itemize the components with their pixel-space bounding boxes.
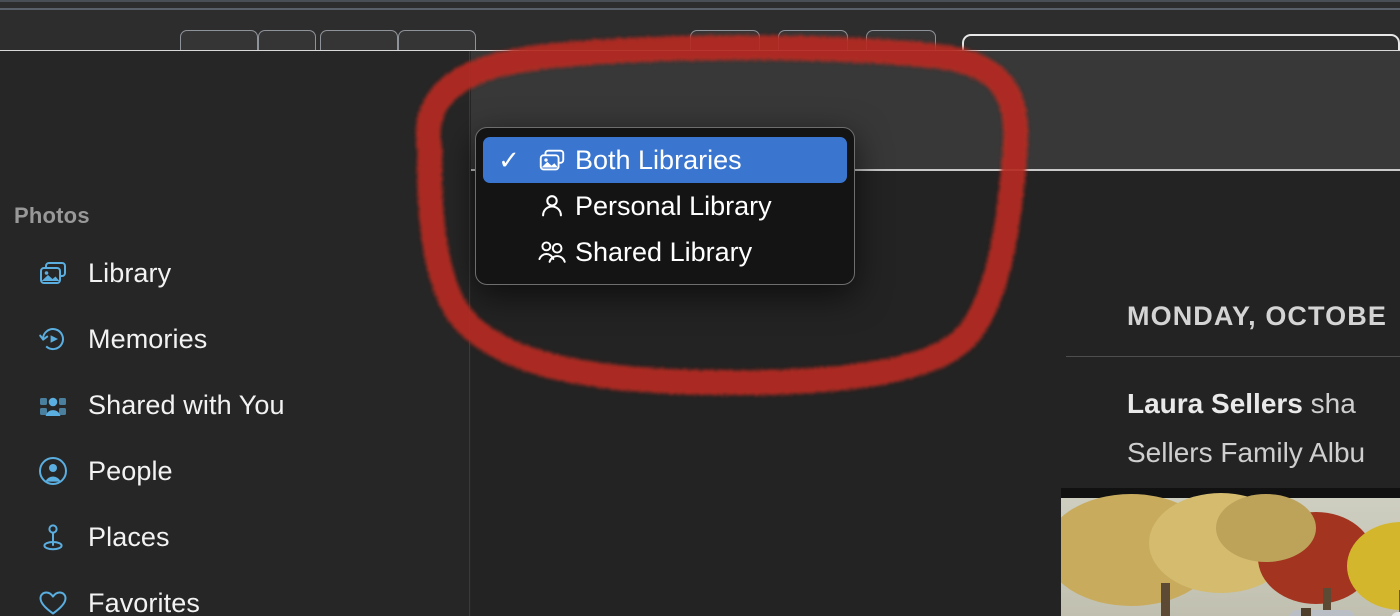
photo-stack-icon (529, 145, 575, 175)
bg-toolbar-button-view-right[interactable] (398, 30, 476, 52)
shared-with-you-icon (36, 388, 70, 422)
bg-toolbar-button-forward[interactable] (258, 30, 316, 52)
sidebar-item-label: Favorites (88, 587, 200, 616)
sidebar-item-library[interactable]: Library (36, 249, 456, 297)
sidebar-list: Library Memories Shared with You People … (36, 249, 456, 616)
heart-icon (36, 586, 70, 616)
sidebar-item-label: Library (88, 257, 172, 288)
share-action-text: sha (1302, 388, 1356, 419)
menu-item-label: Both Libraries (575, 144, 742, 175)
sidebar-item-favorites[interactable]: Favorites (36, 579, 456, 616)
sidebar-item-label: People (88, 455, 173, 486)
sidebar-item-label: Places (88, 521, 170, 552)
sidebar-item-people[interactable]: People (36, 447, 456, 495)
bg-toolbar-button-zoom-out[interactable] (690, 30, 760, 52)
bg-toolbar-button-zoom-in[interactable] (778, 30, 848, 52)
sidebar-item-label: Shared with You (88, 389, 285, 420)
person-circle-icon (36, 454, 70, 488)
sidebar-section-title: Photos (14, 203, 90, 228)
menu-item-label: Personal Library (575, 190, 772, 221)
checkmark-icon: ✓ (498, 144, 520, 175)
photo-thumbnail[interactable] (1061, 488, 1400, 616)
sidebar-item-shared-with-you[interactable]: Shared with You (36, 381, 456, 429)
share-sender-name: Laura Sellers (1127, 388, 1303, 419)
sidebar-item-memories[interactable]: Memories (36, 315, 456, 363)
share-album-name: Sellers Family Albu (1127, 437, 1366, 468)
person-icon (529, 191, 575, 221)
menu-item-shared-library[interactable]: Shared Library (483, 229, 847, 275)
day-heading-rule (1066, 356, 1400, 357)
sidebar: Photos Library Memories Shared with You … (0, 51, 470, 616)
menu-item-label: Shared Library (575, 236, 753, 267)
share-notice-line-1: Laura Sellers sha (1127, 388, 1356, 420)
menu-item-personal-library[interactable]: Personal Library (483, 183, 847, 229)
two-people-icon (529, 237, 575, 267)
sidebar-item-label: Memories (88, 323, 208, 354)
bg-toolbar-button-back[interactable] (180, 30, 258, 52)
background-window-top-edge (0, 8, 1400, 10)
background-window-toolbar (0, 0, 1400, 56)
sidebar-item-places[interactable]: Places (36, 513, 456, 561)
library-filter-menu[interactable]: ✓ Both Libraries Personal Library Shared… (475, 127, 855, 285)
day-heading: MONDAY, OCTOBE (1127, 301, 1387, 331)
map-pin-icon (36, 520, 70, 554)
bg-toolbar-button-share[interactable] (866, 30, 936, 52)
screenshot-root: Photos Library Memories Shared with You … (0, 0, 1400, 616)
menu-item-both-libraries[interactable]: ✓ Both Libraries (483, 137, 847, 183)
photo-stack-icon (36, 256, 70, 290)
bg-toolbar-button-view-left[interactable] (320, 30, 398, 52)
photos-window: Photos Library Memories Shared with You … (0, 51, 1400, 616)
memories-icon (36, 322, 70, 356)
